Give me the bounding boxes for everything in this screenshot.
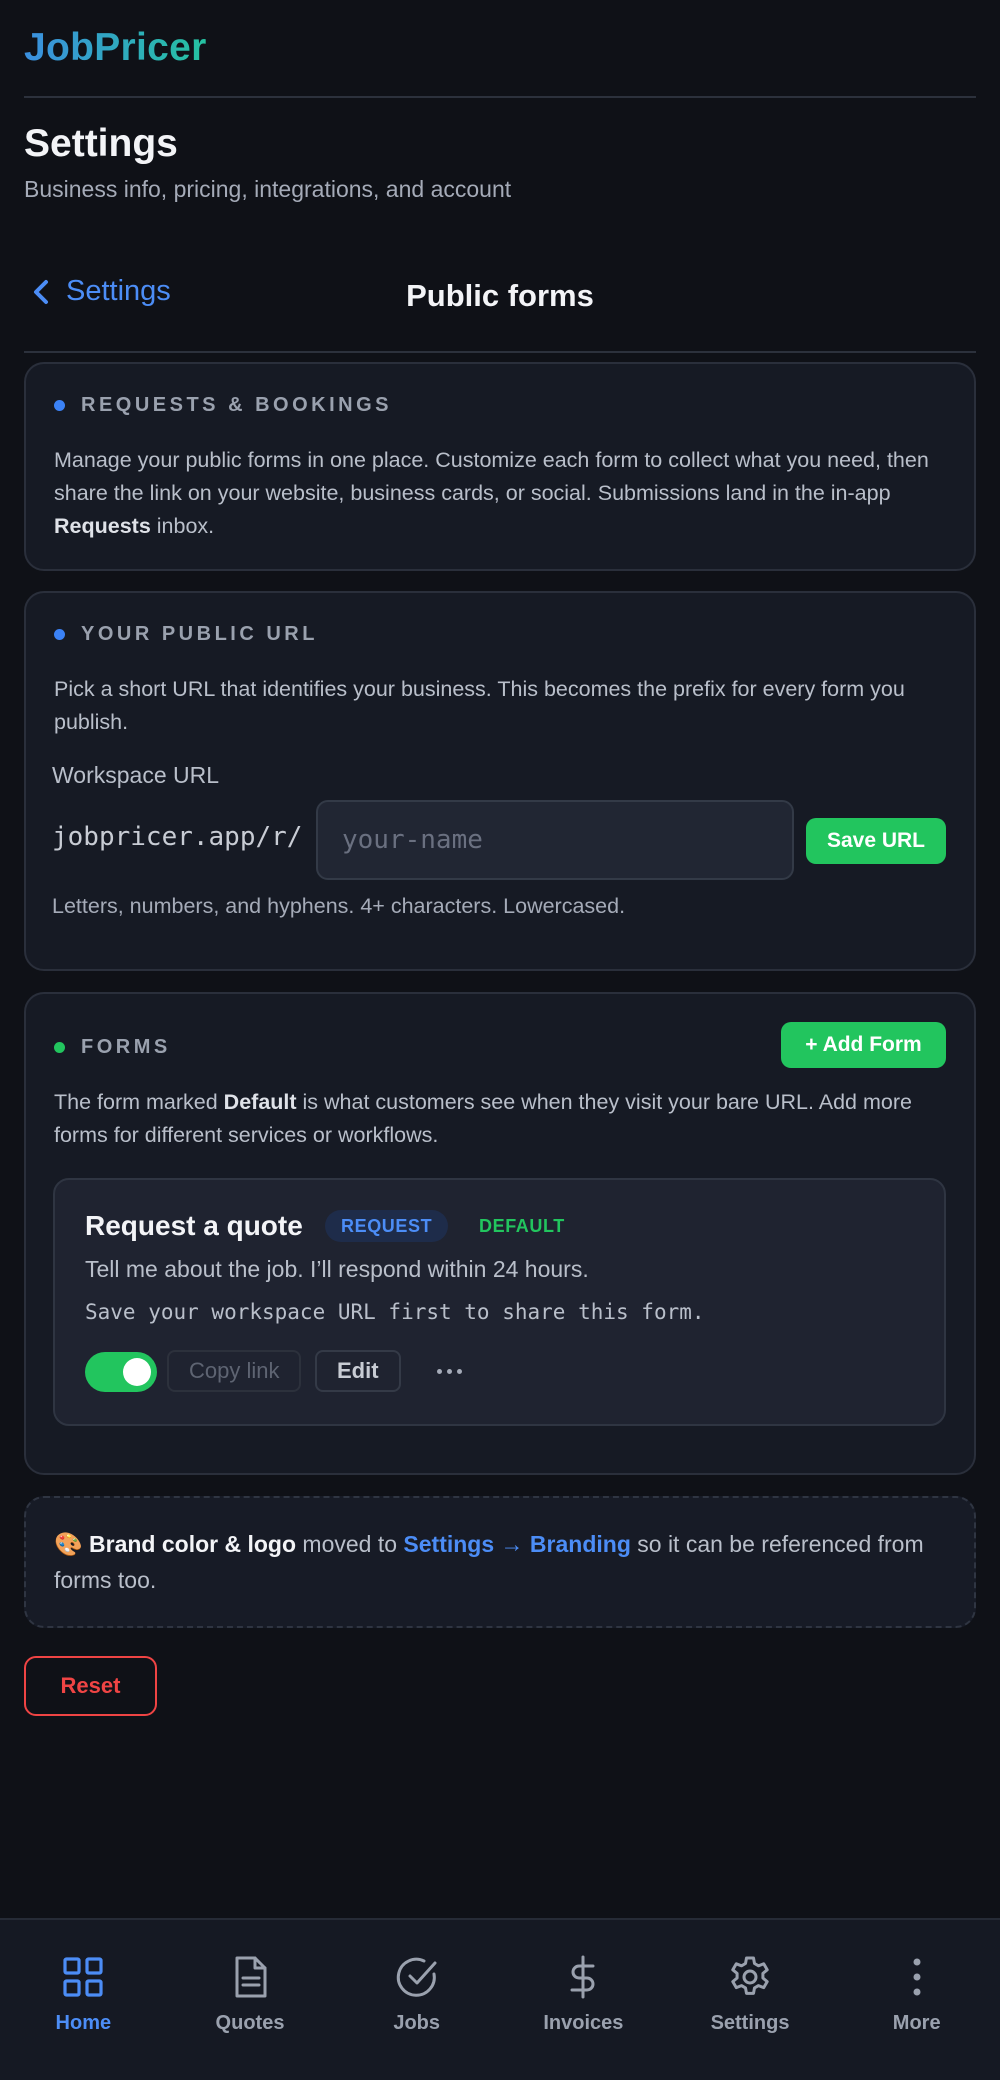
nav-item-quotes[interactable]: Quotes <box>167 1920 334 2080</box>
app-logo: JobPricer <box>24 26 207 69</box>
more-options-icon[interactable] <box>427 1350 471 1392</box>
status-dot <box>54 400 65 411</box>
form-item: Request a quote REQUEST DEFAULT Tell me … <box>53 1178 946 1426</box>
branding-settings-link[interactable]: Settings → Branding <box>403 1531 630 1557</box>
edit-form-button[interactable]: Edit <box>315 1350 401 1392</box>
nav-label: Settings <box>710 2012 790 2034</box>
card-description: Pick a short URL that identifies your bu… <box>54 677 905 734</box>
dollar-icon <box>570 1955 595 1999</box>
default-badge: DEFAULT <box>479 1216 565 1236</box>
nav-label: Quotes <box>215 2012 285 2034</box>
reset-button[interactable]: Reset <box>24 1656 157 1716</box>
check-circle-icon <box>396 1957 437 1997</box>
card-label: REQUESTS & BOOKINGS <box>54 394 392 417</box>
nav-item-more[interactable]: More <box>833 1920 1000 2080</box>
header-divider <box>24 96 976 98</box>
nav-label: Home <box>55 2012 112 2034</box>
more-vertical-icon <box>913 1958 921 1996</box>
url-prefix: jobpricer.app/r/ <box>52 822 303 852</box>
copy-link-button[interactable]: Copy link <box>167 1350 302 1392</box>
nav-item-settings[interactable]: Settings <box>667 1920 834 2080</box>
add-form-button[interactable]: + Add Form <box>781 1022 946 1068</box>
nav-label: More <box>892 2012 941 2034</box>
nav-label: Invoices <box>543 2012 624 2034</box>
section-title: Public forms <box>406 278 594 313</box>
workspace-url-label: Workspace URL <box>52 762 220 788</box>
branding-notice-text: 🎨 Brand color & logo moved to Settings →… <box>54 1531 924 1593</box>
requests-bookings-card: REQUESTS & BOOKINGS Manage your public f… <box>24 362 976 571</box>
form-type-badge: REQUEST <box>325 1210 449 1242</box>
palette-icon: 🎨 <box>54 1531 83 1557</box>
toggle-knob <box>123 1358 151 1386</box>
workspace-url-input[interactable] <box>316 800 794 880</box>
form-description: Tell me about the job. I’ll respond with… <box>85 1256 589 1282</box>
branding-notice: 🎨 Brand color & logo moved to Settings →… <box>24 1496 976 1628</box>
nav-item-jobs[interactable]: Jobs <box>333 1920 500 2080</box>
card-label: YOUR PUBLIC URL <box>54 623 318 646</box>
status-dot <box>54 629 65 640</box>
card-description: Manage your public forms in one place. C… <box>54 448 929 538</box>
nav-item-home[interactable]: Home <box>0 1920 167 2080</box>
page-title: Settings <box>24 122 178 165</box>
form-title: Request a quote <box>85 1210 303 1241</box>
nav-label: Jobs <box>393 2012 441 2034</box>
card-label: FORMS <box>54 1036 171 1059</box>
page-subtitle: Business info, pricing, integrations, an… <box>24 176 512 202</box>
url-hint: Letters, numbers, and hyphens. 4+ charac… <box>52 894 626 918</box>
save-url-button[interactable]: Save URL <box>806 818 946 864</box>
status-dot <box>54 1042 65 1053</box>
document-icon <box>235 1956 267 1998</box>
nav-item-invoices[interactable]: Invoices <box>500 1920 667 2080</box>
bottom-nav: Home Quotes Jobs Invoices Settings More <box>0 1918 1000 2080</box>
card-description: The form marked Default is what customer… <box>54 1090 912 1147</box>
gear-icon <box>731 1956 769 1995</box>
form-enabled-toggle[interactable] <box>85 1352 157 1392</box>
form-share-note: Save your workspace URL first to share t… <box>85 1300 705 1324</box>
grid-icon <box>63 1957 103 1997</box>
subnav-divider <box>24 351 976 353</box>
